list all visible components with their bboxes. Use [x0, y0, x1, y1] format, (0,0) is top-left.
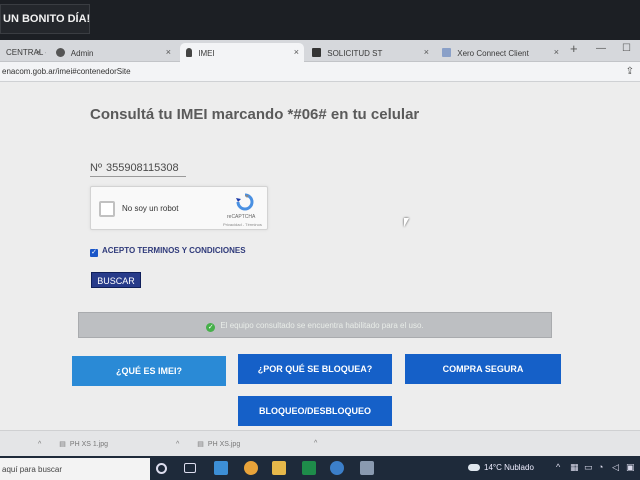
weather-widget[interactable]: 14°C Nublado [468, 463, 534, 472]
weather-text: 14°C Nublado [484, 463, 534, 472]
terms-checkbox[interactable]: ✓ ACEPTO TERMINOS Y CONDICIONES [90, 246, 246, 257]
wifi-icon[interactable]: ◔ [598, 462, 603, 472]
app-icon[interactable] [360, 461, 374, 475]
tab-solicitud[interactable]: SOLICITUD ST × [306, 43, 434, 62]
download-name: PH XS.jpg [207, 441, 241, 448]
download-item[interactable]: ^ ▤ PH XS 1.jpg [38, 440, 108, 448]
recaptcha-widget: No soy un robot reCAPTCHA Privacidad - T… [90, 186, 268, 230]
globe-icon [56, 48, 65, 57]
close-icon[interactable]: × [424, 47, 429, 57]
page-icon [312, 48, 321, 57]
minimize-icon[interactable]: — [596, 43, 606, 54]
check-circle-icon: ✓ [206, 323, 216, 332]
taskbar: aquí para buscar 14°C Nublado ^ ▦ ▭ ◔ ◁ … [0, 456, 640, 480]
task-view-icon[interactable] [184, 463, 196, 473]
banner-message: UN BONITO DÍA! [0, 4, 90, 34]
tab-label: SOLICITUD ST [327, 49, 383, 58]
recaptcha-checkbox[interactable] [99, 201, 115, 217]
safe-purchase-button[interactable]: COMPRA SEGURA [405, 354, 561, 384]
close-icon[interactable]: × [554, 47, 559, 57]
checkmark-icon: ✓ [90, 249, 98, 257]
chevron-up-icon[interactable]: ^ [556, 462, 560, 472]
download-name: PH XS 1.jpg [69, 441, 109, 448]
taskbar-search-input[interactable]: aquí para buscar [0, 458, 150, 480]
why-blocked-button[interactable]: ¿POR QUÉ SE BLOQUEA? [238, 354, 392, 384]
network-icon[interactable]: ▦ [570, 462, 579, 473]
chevron-up-icon[interactable]: ^ [176, 441, 179, 448]
tab-central[interactable]: CENTRAL - × [0, 43, 46, 62]
recaptcha-label: No soy un robot [122, 204, 179, 213]
app-icon[interactable] [214, 461, 228, 475]
address-bar[interactable]: enacom.gob.ar/imei#contenedorSite ⇪ [0, 62, 640, 82]
tab-imei[interactable]: IMEI × [180, 43, 304, 62]
volume-icon[interactable]: ◁ [612, 462, 619, 473]
chrome-icon[interactable] [244, 461, 258, 475]
recaptcha-brand: reCAPTCHA [227, 214, 256, 220]
status-message: ✓ El equipo consultado se encuentra habil… [78, 312, 552, 338]
enacom-icon [186, 48, 192, 57]
close-icon[interactable]: × [36, 47, 41, 57]
new-tab-button[interactable]: + [570, 41, 578, 56]
recaptcha-icon [236, 193, 254, 211]
imei-value: 355908115308 [105, 162, 179, 174]
cloud-icon [468, 464, 480, 471]
browser-tab-strip: CENTRAL - × Admin × IMEI × SOLICITUD ST … [0, 40, 640, 62]
chevron-up-icon[interactable]: ^ [314, 440, 317, 447]
file-icon: ▤ [197, 441, 204, 448]
app-icon[interactable] [330, 461, 344, 475]
cortana-icon[interactable] [156, 463, 167, 474]
status-text: El equipo consultado se encuentra habili… [220, 321, 424, 330]
tab-admin[interactable]: Admin × [50, 43, 176, 62]
file-icon: ▤ [59, 441, 66, 448]
page-title: Consultá tu IMEI marcando *#06# en tu ce… [90, 106, 420, 123]
terms-label: ACEPTO TERMINOS Y CONDICIONES [102, 246, 246, 255]
search-button[interactable]: BUSCAR [91, 272, 141, 288]
block-unblock-button[interactable]: BLOQUEO/DESBLOQUEO [238, 396, 392, 426]
tab-xero[interactable]: Xero Connect Client × [436, 43, 564, 62]
close-icon[interactable]: × [294, 47, 299, 57]
banner-text: UN BONITO DÍA! [3, 13, 91, 25]
excel-icon[interactable] [302, 461, 316, 475]
tab-label: IMEI [198, 49, 215, 58]
download-more[interactable]: ^ [314, 440, 317, 447]
close-icon[interactable]: × [166, 47, 171, 57]
download-bar: ^ ▤ PH XS 1.jpg ^ ▤ PH XS.jpg ^ [0, 430, 640, 456]
chevron-up-icon[interactable]: ^ [38, 441, 41, 448]
what-is-imei-button[interactable]: ¿QUÉ ES IMEI? [72, 356, 226, 386]
battery-icon[interactable]: ▭ [584, 462, 593, 473]
page-content: Consultá tu IMEI marcando *#06# en tu ce… [0, 82, 640, 430]
imei-input[interactable]: Nº 355908115308 [90, 162, 186, 177]
page-icon [442, 48, 451, 57]
imei-prefix: Nº [90, 162, 102, 174]
top-banner: UN BONITO DÍA! [0, 0, 640, 40]
tab-label: Admin [70, 49, 94, 58]
tab-label: Xero Connect Client [457, 49, 529, 58]
mouse-cursor-icon [404, 218, 412, 227]
folder-icon[interactable] [272, 461, 286, 475]
recaptcha-terms[interactable]: Privacidad - Términos [223, 222, 262, 227]
url-text: enacom.gob.ar/imei#contenedorSite [2, 67, 131, 76]
download-item[interactable]: ^ ▤ PH XS.jpg [176, 440, 240, 448]
notification-icon[interactable]: ▣ [626, 462, 635, 473]
maximize-icon[interactable]: ☐ [622, 43, 631, 54]
share-icon[interactable]: ⇪ [626, 66, 634, 77]
